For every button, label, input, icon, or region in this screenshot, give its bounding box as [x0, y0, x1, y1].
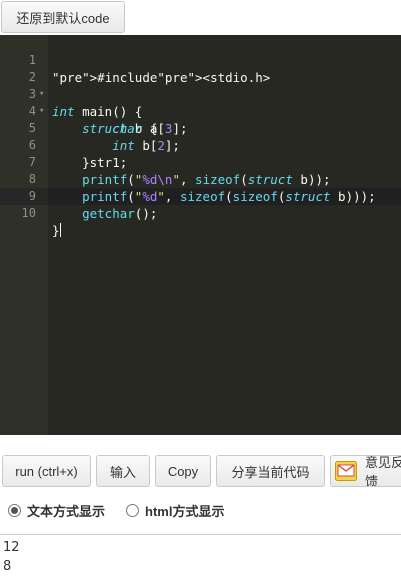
html-display-option[interactable]: html方式显示 — [126, 500, 224, 520]
line-number: 10 — [21, 206, 36, 220]
output-line: 12 — [3, 540, 20, 555]
run-button[interactable]: run (ctrl+x) — [2, 455, 91, 487]
closing-brace-text[interactable]: } — [52, 223, 60, 238]
output-divider — [0, 534, 401, 535]
share-code-button[interactable]: 分享当前代码 — [216, 455, 325, 487]
code-line-7[interactable]: 7 printf("%d\n", sizeof(struct b)); — [0, 137, 401, 187]
code-line-2[interactable]: 2 ▾ int main() { — [0, 52, 401, 119]
radio-unselected-icon[interactable] — [126, 503, 139, 517]
code-line-9[interactable]: 9 getchar(); — [0, 171, 401, 221]
display-mode-options: 文本方式显示 html方式显示 — [0, 497, 401, 523]
code-line-text[interactable]: getchar(); — [52, 205, 157, 222]
program-output: 12 8 — [3, 538, 398, 587]
input-button[interactable]: 输入 — [96, 455, 150, 487]
action-toolbar: run (ctrl+x) 输入 Copy 分享当前代码 意见反馈 — [0, 452, 401, 492]
feedback-label: 意见反馈 — [365, 455, 401, 487]
code-line-6[interactable]: 6 }str1; — [0, 120, 401, 170]
text-display-label: 文本方式显示 — [27, 503, 106, 519]
reset-default-code-button[interactable]: 还原到默认code — [1, 1, 125, 33]
top-bar: 还原到默认code — [0, 0, 401, 35]
html-display-label: html方式显示 — [145, 503, 225, 519]
code-line-10[interactable]: 10 } — [0, 188, 401, 238]
code-line-1[interactable]: 1 "pre">#include"pre"><stdio.h> — [0, 35, 401, 85]
copy-button[interactable]: Copy — [155, 455, 211, 487]
feedback-button[interactable]: 意见反馈 — [330, 455, 401, 487]
code-line-8[interactable]: 8 printf("%d", sizeof(sizeof(struct b)))… — [0, 154, 401, 204]
code-line-4[interactable]: 4 char a[3]; — [0, 86, 401, 136]
code-line-3[interactable]: 3 ▾ struct b { — [0, 69, 401, 136]
radio-selected-icon[interactable] — [8, 503, 21, 517]
text-cursor — [59, 223, 61, 237]
mail-icon — [335, 461, 357, 481]
text-display-option[interactable]: 文本方式显示 — [8, 500, 105, 520]
code-line-5[interactable]: 5 int b[2]; — [0, 103, 401, 153]
code-line-text[interactable]: } — [52, 222, 61, 239]
output-line: 8 — [3, 559, 12, 574]
code-editor[interactable]: 1 "pre">#include"pre"><stdio.h> 2 ▾ int … — [0, 35, 401, 435]
